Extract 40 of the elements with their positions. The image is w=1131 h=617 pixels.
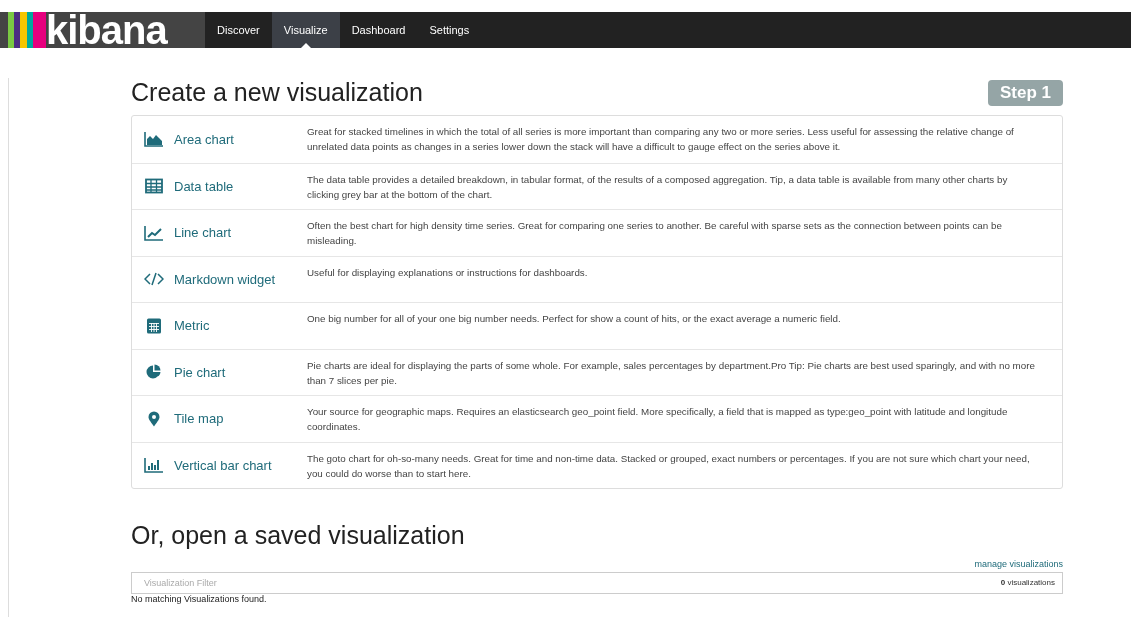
calculator-icon [144,317,164,334]
visualization-type-description: Useful for displaying explanations or instructions for dashboards. [307,265,588,280]
manage-visualizations-link[interactable]: manage visualizations [974,559,1063,569]
line-chart-icon [144,224,164,241]
visualization-type-description: Pie charts are ideal for displaying the parts of some whole. For example, sales percentages by department.Pro Tip: Pie charts are best used sparingly, and with no more than 7 slices per pie. [307,358,1036,388]
table-icon [144,178,164,195]
section-heading: Create a new visualization [131,78,423,107]
visualization-type-name: Data table [174,178,234,194]
visualization-type-row[interactable]: Markdown widget Useful for displaying explanations or instructions for dashboards. [132,255,1062,302]
visualization-type-name: Line chart [174,225,232,241]
step-badge: Step 1 [987,79,1063,106]
nav-tab[interactable]: Dashboard [339,12,418,48]
code-icon [144,271,164,288]
logo-text: kibana [46,12,167,48]
visualization-type-description: The data table provides a detailed breakdown, in tabular format, of the results of a composed aggregation. Tip, a data table is available from many other charts by clicking grey bar at the bottom of the chart. [307,172,1009,202]
visualization-type-name: Area chart [174,131,234,147]
nav-tab[interactable]: Visualize [271,12,340,48]
area-chart-icon [144,131,164,148]
visualization-type-row[interactable]: Pie chart Pie charts are ideal for displaying the parts of some whole. For example, sales percentages by department.Pro Tip: Pie charts are best used sparingly, and with no more than 7 slices per pie. [132,348,1062,395]
visualization-type-description: Your source for geographic maps. Requires an elasticsearch geo_point field. More specifically, a field that is mapped as type:geo_point with latitude and longitude coordinates. [307,405,1009,434]
visualization-type-name: Tile map [174,411,224,427]
visualization-type-row[interactable]: Tile map Your source for geographic maps. Requires an elasticsearch geo_point field. More specifically, a field that is mapped as type:geo_point with latitude and longitude coordinates. [132,395,1062,442]
visualization-type-name: Vertical bar chart [174,457,272,473]
visualization-type-description: One big number for all of your one big number needs. Perfect for show a count of hits, or the exact average a numeric field. [307,312,841,326]
nav-tab[interactable]: Discover [205,12,272,48]
visualization-type-description: Often the best chart for high density time series. Great for comparing one series to another. Be careful with sparse sets as the connection between points can be misleading. [307,219,1003,248]
bar-chart-icon [144,457,164,474]
logo[interactable]: kibana [0,12,205,48]
visualization-type-description: The goto chart for oh-so-many needs. Great for time and non-time data. Stacked or grouped, exact numbers or percentages. If you are not sure which chart your need, you could do worse than to start here. [307,451,1031,481]
visualization-type-row[interactable]: Line chart Often the best chart for high density time series. Great for comparing one series to another. Be careful with sparse sets as the connection between points can be misleading. [132,209,1062,256]
visualization-type-row[interactable]: Metric One big number for all of your one big number needs. Perfect for show a count of hits, or the exact average a numeric field. [132,302,1062,349]
empty-message: No matching Visualizations found. [131,594,268,605]
visualization-type-description: Great for stacked timelines in which the total of all series is more important than comparing any two or more series. Less useful for assessing the relative change of unrelated data points as changes in a series lower down the stack will have a difficult to gauge effect on the series above it. [307,125,1015,154]
visualization-count: 0 visualizations [1000,578,1055,588]
stripes-icon [8,12,46,48]
visualization-type-name: Markdown widget [174,271,276,287]
visualization-type-name: Pie chart [174,364,226,380]
visualization-type-name: Metric [174,318,210,334]
section-heading: Or, open a saved visualization [131,521,466,550]
nav-tab[interactable]: Settings [417,12,482,48]
